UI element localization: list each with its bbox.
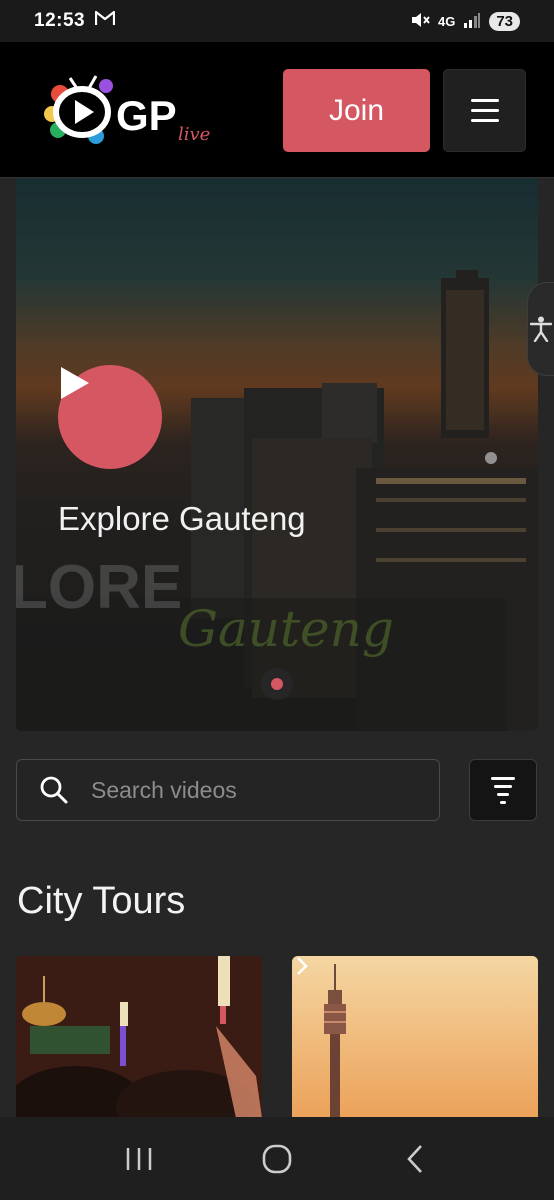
hamburger-menu-icon-bar — [470, 99, 499, 102]
play-button[interactable] — [58, 365, 162, 469]
gp-live-logo[interactable]: GP live — [44, 72, 224, 152]
logo-text: GP — [116, 92, 177, 139]
back-icon — [407, 1144, 422, 1173]
hamburger-menu-icon-bar — [470, 109, 499, 112]
section-title: City Tours — [17, 880, 186, 922]
logo-subtext: live — [178, 124, 210, 145]
battery-icon: 73 — [489, 11, 520, 31]
signal-icon — [463, 12, 481, 31]
back-button[interactable] — [385, 1129, 445, 1189]
filter-button[interactable] — [469, 759, 537, 821]
recent-apps-button[interactable] — [109, 1129, 169, 1189]
gmail-icon — [95, 10, 116, 32]
video-card[interactable] — [16, 956, 262, 1118]
status-bar: 12:53 4G 73 — [0, 0, 554, 42]
video-thumbnail — [292, 956, 538, 1118]
hero-title: Explore Gauteng — [58, 500, 306, 537]
home-icon — [262, 1144, 292, 1173]
hamburger-menu-icon-bar — [470, 119, 499, 122]
status-icons: 4G 73 — [410, 11, 520, 32]
carousel-dot-active — [271, 678, 283, 690]
filter-icon-bar — [491, 776, 515, 780]
search-bar[interactable] — [16, 759, 440, 821]
carousel-indicator[interactable] — [261, 668, 293, 700]
accessibility-icon — [530, 316, 552, 342]
hamburger-menu-button[interactable] — [443, 69, 526, 152]
home-button[interactable] — [247, 1129, 307, 1189]
screen: 12:53 4G 73 GP live Join LORE Gauteng Ex… — [0, 0, 554, 1200]
play-icon — [61, 367, 89, 399]
mute-icon — [410, 11, 430, 32]
system-nav-bar — [0, 1117, 554, 1200]
join-button[interactable]: Join — [283, 69, 430, 152]
network-label: 4G — [437, 13, 456, 29]
site-header: GP live Join — [0, 42, 554, 178]
hero-carousel[interactable]: LORE Gauteng Explore Gauteng — [16, 178, 538, 731]
accessibility-button[interactable] — [527, 282, 554, 376]
battery-level: 73 — [496, 12, 513, 30]
filter-icon-bar — [500, 800, 506, 804]
video-thumbnail — [16, 956, 262, 1118]
video-card[interactable] — [292, 956, 538, 1118]
recent-apps-icon — [126, 1147, 152, 1170]
chevron-right-icon[interactable] — [292, 956, 312, 976]
filter-icon-bar — [494, 784, 512, 788]
status-time: 12:53 — [34, 10, 86, 31]
search-icon — [40, 776, 68, 804]
filter-icon-bar — [497, 792, 509, 796]
search-input[interactable] — [91, 776, 439, 804]
